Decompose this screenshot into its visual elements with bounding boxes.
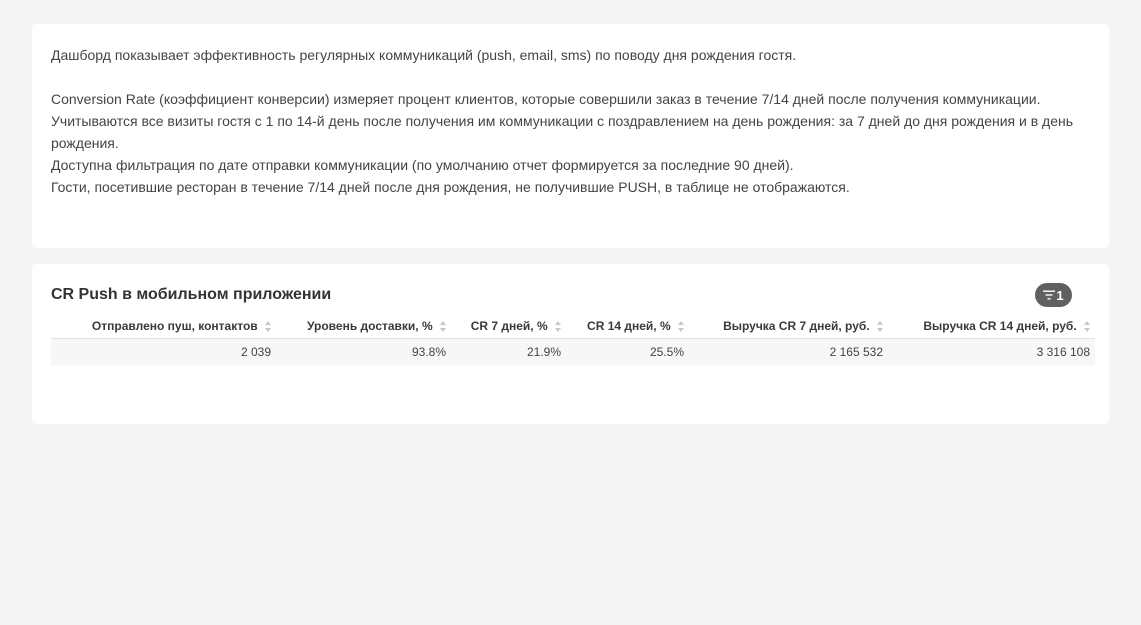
sort-icon[interactable] [440, 321, 446, 333]
table-row: 2 039 93.8% 21.9% 25.5% 2 165 532 3 316 … [51, 338, 1095, 365]
description-card: Дашборд показывает эффективность регуляр… [32, 24, 1109, 248]
cell-cr7: 21.9% [451, 338, 566, 365]
description-line: Учитываются все визиты гостя с 1 по 14-й… [51, 113, 1074, 151]
column-header-sent[interactable]: Отправлено пуш, контактов [51, 314, 276, 339]
sort-icon[interactable] [555, 321, 561, 333]
description-line: Доступна фильтрация по дате отправки ком… [51, 157, 794, 173]
column-header-label: Отправлено пуш, контактов [91, 319, 258, 333]
table-title: CR Push в мобильном приложении [51, 286, 332, 303]
description-line: Дашборд показывает эффективность регуляр… [51, 47, 797, 63]
cr-push-table: Отправлено пуш, контактов Уровень достав… [51, 314, 1095, 365]
column-header-label: Выручка CR 14 дней, руб. [923, 319, 1077, 333]
column-header-delivery[interactable]: Уровень доставки, % [276, 314, 451, 339]
column-header-label: CR 7 дней, % [470, 319, 548, 333]
description-line: Гости, посетившие ресторан в течение 7/1… [51, 179, 850, 195]
filter-count: 1 [1056, 287, 1064, 303]
column-header-revenue-cr7[interactable]: Выручка CR 7 дней, руб. [689, 314, 888, 339]
filter-button[interactable]: 1 [1035, 283, 1072, 307]
column-header-cr7[interactable]: CR 7 дней, % [451, 314, 566, 339]
cell-sent: 2 039 [51, 338, 276, 365]
table-header-row: Отправлено пуш, контактов Уровень достав… [51, 314, 1095, 339]
column-header-label: CR 14 дней, % [587, 319, 671, 333]
column-header-label: Выручка CR 7 дней, руб. [723, 319, 870, 333]
cell-delivery: 93.8% [276, 338, 451, 365]
sort-icon[interactable] [678, 321, 684, 333]
sort-icon[interactable] [265, 321, 271, 333]
column-header-label: Уровень доставки, % [307, 319, 433, 333]
column-header-cr14[interactable]: CR 14 дней, % [566, 314, 689, 339]
sort-icon[interactable] [877, 321, 883, 333]
filter-icon [1043, 290, 1056, 300]
sort-icon[interactable] [1084, 321, 1090, 333]
cr-push-table-card: CR Push в мобильном приложении 1 Отправл… [32, 264, 1109, 424]
cell-revenue-cr14: 3 316 108 [888, 338, 1095, 365]
description-line: Conversion Rate (коэффициент конверсии) … [51, 91, 1041, 107]
column-header-revenue-cr14[interactable]: Выручка CR 14 дней, руб. [888, 314, 1095, 339]
cell-cr14: 25.5% [566, 338, 689, 365]
cell-revenue-cr7: 2 165 532 [689, 338, 888, 365]
